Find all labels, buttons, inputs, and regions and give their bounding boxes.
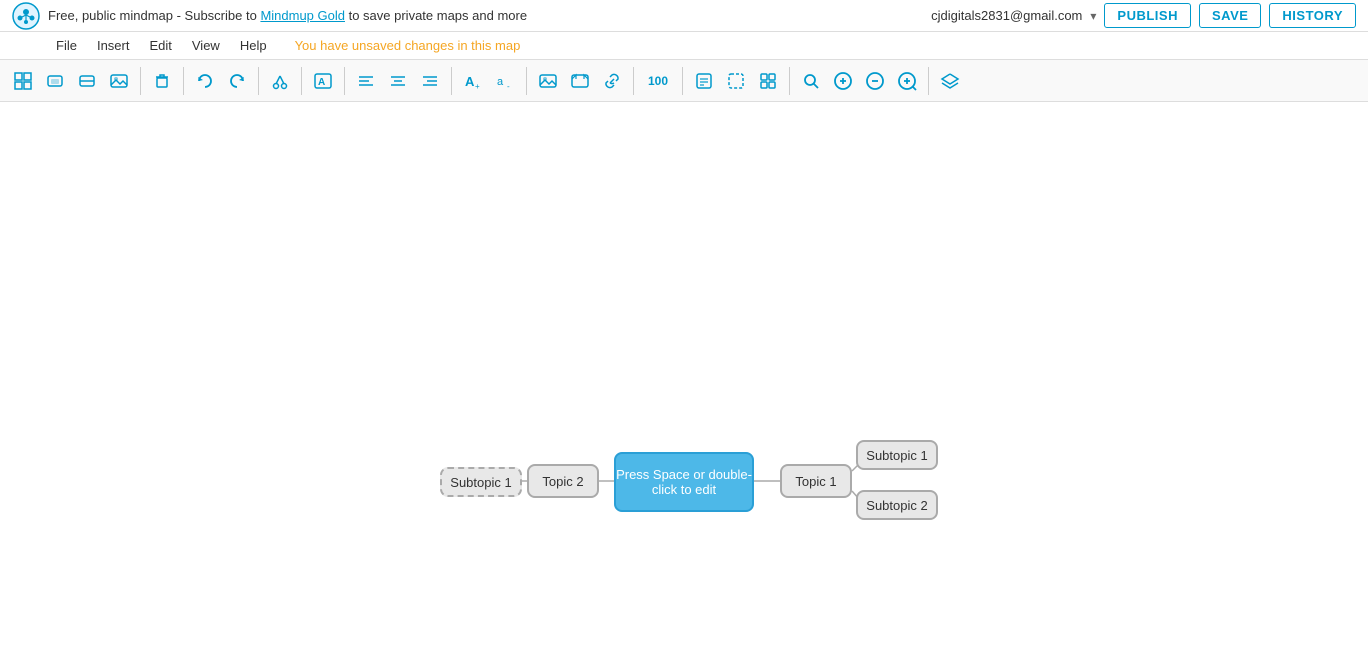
toolbar-separator-3 [258,67,259,95]
toolbar-separator-1 [140,67,141,95]
search-button[interactable] [796,66,826,96]
publish-button[interactable]: PUBLISH [1104,3,1191,28]
toolbar-separator-6 [451,67,452,95]
central-node[interactable]: Press Space or double-click to edit [614,452,754,512]
mindmup-gold-link[interactable]: Mindmup Gold [260,8,345,23]
number-button[interactable]: 100 [640,66,676,96]
image-button[interactable] [104,66,134,96]
svg-text:-: - [507,82,510,91]
dropdown-arrow-icon[interactable]: ▾ [1090,9,1096,23]
svg-text:A: A [318,77,325,88]
menu-help[interactable]: Help [232,36,275,55]
canvas[interactable]: Press Space or double-click to edit Topi… [0,102,1368,658]
align-right-button[interactable] [415,66,445,96]
toolbar: A A+ a- 100 [0,60,1368,102]
toolbar-separator-7 [526,67,527,95]
save-button[interactable]: SAVE [1199,3,1261,28]
toolbar-separator-8 [633,67,634,95]
menu-bar: File Insert Edit View Help You have unsa… [0,32,1368,60]
zoom-out-button[interactable] [860,66,890,96]
connectors-svg [0,102,1368,658]
menu-view[interactable]: View [184,36,228,55]
banner-text: Free, public mindmap - Subscribe to Mind… [48,8,527,23]
svg-text:+: + [475,82,480,91]
link-button[interactable] [597,66,627,96]
zoom-in-button[interactable] [828,66,858,96]
cut-button[interactable] [265,66,295,96]
top-bar-right: cjdigitals2831@gmail.com ▾ PUBLISH SAVE … [931,3,1356,28]
top-bar: Free, public mindmap - Subscribe to Mind… [0,0,1368,32]
zoom-fit-button[interactable] [892,66,922,96]
delete-button[interactable] [147,66,177,96]
subtopic1-left-node[interactable]: Subtopic 1 [440,467,522,497]
screenshot-button[interactable] [565,66,595,96]
add-box-button[interactable] [8,66,38,96]
collapse-button[interactable] [72,66,102,96]
group3-button[interactable] [753,66,783,96]
svg-text:A: A [465,74,475,89]
toolbar-separator-4 [301,67,302,95]
menu-file[interactable]: File [48,36,85,55]
toolbar-separator-10 [789,67,790,95]
redo-button[interactable] [222,66,252,96]
insert-image-button[interactable] [533,66,563,96]
subtopic1-right-node[interactable]: Subtopic 1 [856,440,938,470]
select-button[interactable] [721,66,751,96]
menu-insert[interactable]: Insert [89,36,138,55]
topic2-node[interactable]: Topic 2 [527,464,599,498]
font-smaller-button[interactable]: a- [490,66,520,96]
svg-text:a: a [497,76,504,88]
toolbar-separator-11 [928,67,929,95]
mindmup-logo [12,2,40,30]
toolbar-separator-9 [682,67,683,95]
note-button[interactable] [689,66,719,96]
top-bar-left: Free, public mindmap - Subscribe to Mind… [12,2,527,30]
menu-edit[interactable]: Edit [141,36,179,55]
subtopic2-right-node[interactable]: Subtopic 2 [856,490,938,520]
align-center-button[interactable] [383,66,413,96]
toolbar-separator-2 [183,67,184,95]
layers-button[interactable] [935,66,965,96]
font-bigger-button[interactable]: A+ [458,66,488,96]
text-format-button[interactable]: A [308,66,338,96]
undo-button[interactable] [190,66,220,96]
align-left-button[interactable] [351,66,381,96]
toolbar-separator-5 [344,67,345,95]
history-button[interactable]: HISTORY [1269,3,1356,28]
unsaved-message: You have unsaved changes in this map [295,38,521,53]
topic1-node[interactable]: Topic 1 [780,464,852,498]
user-email: cjdigitals2831@gmail.com [931,8,1082,23]
group-button[interactable] [40,66,70,96]
